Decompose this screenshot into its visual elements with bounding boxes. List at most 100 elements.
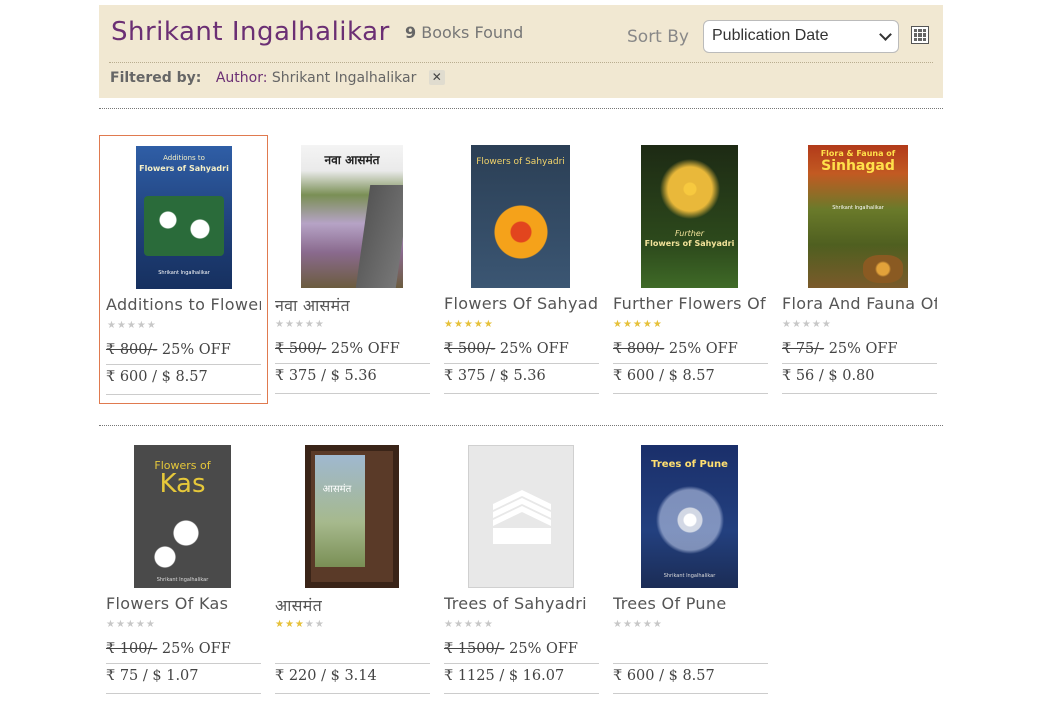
book-card[interactable]: आसमंत आसमंत ★★★★★ ₹ 220 / $ 3.14 xyxy=(268,435,430,695)
results-header: Shrikant Ingalhalikar 9 Books Found Sort… xyxy=(99,5,943,98)
book-price: ₹ 1125 / $ 16.07 xyxy=(444,668,599,694)
results-count: 9 Books Found xyxy=(405,23,523,42)
flower-illustration xyxy=(144,196,224,256)
book-card[interactable]: Trees of Sahyadri ★★★★★ ₹ 1500/- 25% OFF… xyxy=(437,435,599,695)
rating-stars: ★★★★★ xyxy=(444,319,494,330)
cover-publisher: Shrikant Ingalhalikar xyxy=(158,270,210,276)
sort-selected-value: Publication Date xyxy=(712,27,829,44)
discount: 25% OFF xyxy=(499,341,569,357)
cover-line1: Additions to xyxy=(163,154,205,162)
rating-stars: ★★★★★ xyxy=(107,320,157,331)
flower-illustration xyxy=(489,200,553,264)
book-price: ₹ 600 / $ 8.57 xyxy=(613,368,768,394)
cover-publisher: Shrikant Ingalhalikar xyxy=(663,573,716,579)
book-title[interactable]: Additions to Flowers of Sahyadri xyxy=(106,295,261,314)
book-cover[interactable]: Additions to Flowers of Sahyadri Shrikan… xyxy=(136,146,232,289)
book-price: ₹ 600 / $ 8.57 xyxy=(613,668,768,694)
book-mrp: ₹ 100/- 25% OFF xyxy=(106,641,261,664)
filter-label: Filtered by: xyxy=(110,70,202,86)
header-divider xyxy=(109,62,933,63)
original-price: ₹ 800/- xyxy=(613,341,665,357)
leopard-illustration xyxy=(863,255,903,283)
book-mrp xyxy=(275,641,430,664)
book-title[interactable]: Flowers Of Kas xyxy=(106,594,261,613)
cover-line1: Flora & Fauna of xyxy=(820,149,896,158)
discount: 25% OFF xyxy=(509,641,578,657)
rating-stars: ★★★★★ xyxy=(106,619,156,630)
book-title[interactable]: आसमंत xyxy=(275,594,430,616)
original-price: ₹ 1500/- xyxy=(444,641,505,657)
book-card[interactable]: Flowers of Kas Shrikant Ingalhalikar Flo… xyxy=(99,435,261,695)
book-price: ₹ 375 / $ 5.36 xyxy=(275,368,430,394)
chevron-down-icon xyxy=(879,28,892,41)
book-card[interactable]: Further Flowers of Sahyadri Further Flow… xyxy=(606,135,768,395)
book-price: ₹ 375 / $ 5.36 xyxy=(444,368,599,394)
rating-stars: ★★★★★ xyxy=(782,319,832,330)
book-cover-placeholder[interactable] xyxy=(468,445,574,588)
cover-line2: Flowers of Sahyadri xyxy=(644,239,735,248)
book-card[interactable]: Flora & Fauna of Sinhagad Shrikant Ingal… xyxy=(775,135,937,395)
rating-stars: ★★★★★ xyxy=(275,319,325,330)
book-cover[interactable]: Flowers of Sahyadri xyxy=(471,145,570,288)
filter-key: Author: xyxy=(215,70,268,86)
book-title[interactable]: Trees Of Pune xyxy=(613,594,768,613)
book-mrp: ₹ 75/- 25% OFF xyxy=(782,341,937,364)
book-card[interactable]: Flowers of Sahyadri Flowers Of Sahyadri … xyxy=(437,135,599,395)
cover-line1: Further xyxy=(674,229,705,238)
book-cover[interactable]: Flora & Fauna of Sinhagad Shrikant Ingal… xyxy=(808,145,908,288)
book-cover[interactable]: Flowers of Kas Shrikant Ingalhalikar xyxy=(134,445,231,588)
cover-line2: Sinhagad xyxy=(821,158,895,174)
flower-illustration xyxy=(655,485,725,555)
book-title[interactable]: Trees of Sahyadri xyxy=(444,594,599,613)
book-mrp: ₹ 800/- 25% OFF xyxy=(613,341,768,364)
flower-illustration xyxy=(144,515,214,575)
cover-line2: Kas xyxy=(159,469,206,499)
flower-illustration xyxy=(655,159,725,219)
original-price: ₹ 100/- xyxy=(106,641,158,657)
sort-label: Sort By xyxy=(627,27,689,47)
landscape-illustration xyxy=(315,455,365,567)
original-price: ₹ 500/- xyxy=(444,341,496,357)
cover-line1: नवा आसमंत xyxy=(324,153,380,167)
book-card[interactable]: Additions to Flowers of Sahyadri Shrikan… xyxy=(99,135,268,404)
book-price: ₹ 600 / $ 8.57 xyxy=(106,369,261,395)
original-price: ₹ 500/- xyxy=(275,341,327,357)
grid-view-icon[interactable] xyxy=(911,26,929,44)
cover-line2: Flowers of Sahyadri xyxy=(139,164,229,173)
cover-line1: Trees of Pune xyxy=(651,459,728,470)
book-card[interactable]: Trees of Pune Shrikant Ingalhalikar Tree… xyxy=(606,435,768,695)
rating-stars: ★★★★★ xyxy=(613,319,663,330)
book-title[interactable]: Flowers Of Sahyadri xyxy=(444,294,599,313)
book-placeholder-icon xyxy=(493,490,551,544)
filter-value: Shrikant Ingalhalikar xyxy=(271,70,417,86)
cover-line1: Flowers of Sahyadri xyxy=(476,157,565,167)
results-count-number: 9 xyxy=(405,23,417,42)
road-illustration xyxy=(355,185,403,288)
book-mrp: ₹ 800/- 25% OFF xyxy=(106,342,261,365)
discount: 25% OFF xyxy=(161,641,231,657)
book-mrp: ₹ 1500/- 25% OFF xyxy=(444,641,599,664)
book-cover[interactable]: आसमंत xyxy=(305,445,399,588)
divider xyxy=(99,425,943,426)
book-title[interactable]: Further Flowers Of Sahyadri xyxy=(613,294,768,313)
book-price: ₹ 220 / $ 3.14 xyxy=(275,668,430,694)
discount: 25% OFF xyxy=(330,341,400,357)
book-title[interactable]: नवा आसमंत xyxy=(275,294,430,316)
divider xyxy=(99,108,943,109)
rating-stars: ★★★★★ xyxy=(444,619,494,630)
rating-stars: ★★★★★ xyxy=(613,619,663,630)
original-price: ₹ 800/- xyxy=(106,342,158,358)
cover-publisher: Shrikant Ingalhalikar xyxy=(156,577,209,583)
book-card[interactable]: नवा आसमंत नवा आसमंत ★★★★★ ₹ 500/- 25% OF… xyxy=(268,135,430,395)
sort-select[interactable]: Publication Date xyxy=(703,20,899,53)
cover-publisher: Shrikant Ingalhalikar xyxy=(832,205,884,211)
book-mrp: ₹ 500/- 25% OFF xyxy=(444,341,599,364)
book-cover[interactable]: नवा आसमंत xyxy=(301,145,403,288)
book-cover[interactable]: Trees of Pune Shrikant Ingalhalikar xyxy=(641,445,738,588)
book-mrp xyxy=(613,641,768,664)
book-title[interactable]: Flora And Fauna Of Sinhagad xyxy=(782,294,937,313)
discount: 25% OFF xyxy=(668,341,738,357)
remove-filter-icon[interactable]: ✕ xyxy=(428,70,445,85)
book-cover[interactable]: Further Flowers of Sahyadri xyxy=(641,145,738,288)
book-price: ₹ 75 / $ 1.07 xyxy=(106,668,261,694)
